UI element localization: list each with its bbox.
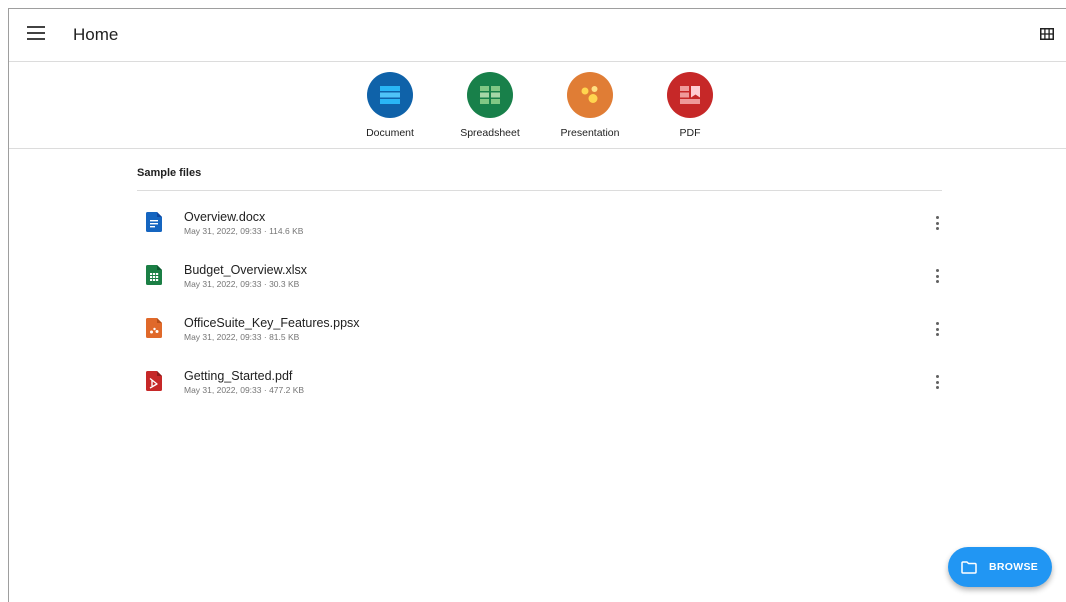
file-date: May 31, 2022, 09:33 bbox=[184, 226, 262, 236]
grid-view-icon[interactable] bbox=[1040, 28, 1054, 40]
create-spreadsheet-label: Spreadsheet bbox=[460, 127, 520, 139]
create-pdf-label: PDF bbox=[679, 127, 701, 139]
spreadsheet-icon bbox=[467, 72, 513, 118]
file-date: May 31, 2022, 09:33 bbox=[184, 279, 262, 289]
folder-icon bbox=[961, 560, 977, 574]
create-document-label: Document bbox=[366, 127, 414, 139]
file-meta: May 31, 2022, 09:33 · 477.2 KB bbox=[184, 385, 305, 395]
browse-label: BROWSE bbox=[989, 561, 1039, 573]
file-size: 114.6 KB bbox=[269, 226, 304, 236]
create-presentation-label: Presentation bbox=[560, 127, 620, 139]
create-spreadsheet-button[interactable]: Spreadsheet bbox=[440, 72, 540, 139]
create-new-bar: Document Spreadsheet Presentation PDF bbox=[9, 62, 1066, 149]
document-icon bbox=[367, 72, 413, 118]
create-document-button[interactable]: Document bbox=[340, 72, 440, 139]
file-size: 477.2 KB bbox=[269, 385, 305, 395]
file-size: 30.3 KB bbox=[269, 279, 300, 289]
app-bar: Home bbox=[9, 9, 1066, 62]
file-name: OfficeSuite_Key_Features.ppsx bbox=[184, 316, 360, 330]
app-window: Home Document Spreadsheet Presentation P… bbox=[8, 8, 1066, 602]
browse-button[interactable]: BROWSE bbox=[948, 547, 1052, 587]
file-name: Budget_Overview.xlsx bbox=[184, 263, 307, 277]
file-date: May 31, 2022, 09:33 bbox=[184, 385, 262, 395]
file-row[interactable]: Overview.docx May 31, 2022, 09:33 · 114.… bbox=[137, 200, 942, 250]
file-date: May 31, 2022, 09:33 bbox=[184, 332, 262, 342]
file-meta: May 31, 2022, 09:33 · 81.5 KB bbox=[184, 332, 300, 342]
file-name: Overview.docx bbox=[184, 210, 266, 224]
page-title: Home bbox=[73, 25, 119, 44]
pdf-icon bbox=[667, 72, 713, 118]
presentation-icon bbox=[567, 72, 613, 118]
more-options-button[interactable] bbox=[932, 267, 942, 285]
file-name: Getting_Started.pdf bbox=[184, 369, 293, 383]
file-meta: May 31, 2022, 09:33 · 30.3 KB bbox=[184, 279, 300, 289]
section-divider bbox=[137, 190, 942, 191]
file-size: 81.5 KB bbox=[269, 332, 300, 342]
menu-icon[interactable] bbox=[27, 26, 45, 40]
create-presentation-button[interactable]: Presentation bbox=[540, 72, 640, 139]
section-title: Sample files bbox=[137, 167, 202, 179]
xlsx-file-icon bbox=[146, 265, 162, 285]
file-meta: May 31, 2022, 09:33 · 114.6 KB bbox=[184, 226, 304, 236]
file-row[interactable]: Budget_Overview.xlsx May 31, 2022, 09:33… bbox=[137, 253, 942, 303]
create-pdf-button[interactable]: PDF bbox=[640, 72, 740, 139]
docx-file-icon bbox=[146, 212, 162, 232]
more-options-button[interactable] bbox=[932, 373, 942, 391]
pdf-file-icon bbox=[146, 371, 162, 391]
file-row[interactable]: OfficeSuite_Key_Features.ppsx May 31, 20… bbox=[137, 306, 942, 356]
more-options-button[interactable] bbox=[932, 320, 942, 338]
ppsx-file-icon bbox=[146, 318, 162, 338]
more-options-button[interactable] bbox=[932, 214, 942, 232]
file-row[interactable]: Getting_Started.pdf May 31, 2022, 09:33 … bbox=[137, 359, 942, 409]
